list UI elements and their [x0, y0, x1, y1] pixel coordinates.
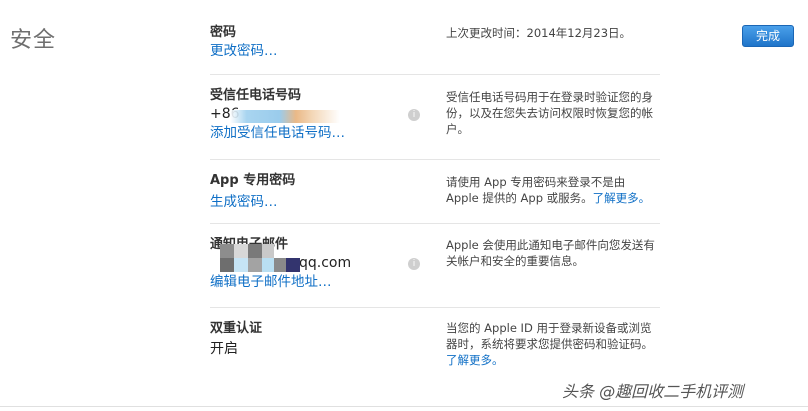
redacted-email-prefix	[220, 244, 300, 274]
edit-email-link[interactable]: 编辑电子邮件地址…	[210, 273, 660, 292]
redacted-phone-digits	[230, 110, 340, 123]
password-description: 上次更改时间：2014年12月23日。	[446, 26, 632, 40]
notification-email-description: Apple 会使用此通知电子邮件向您发送有关帐户和安全的重要信息。	[446, 238, 655, 268]
divider	[210, 74, 660, 75]
divider	[210, 159, 660, 160]
two-factor-description: 当您的 Apple ID 用于登录新设备或浏览器时，系统将要求您提供密码和验证码…	[446, 320, 661, 368]
app-password-description: 请使用 App 专用密码来登录不是由 Apple 提供的 App 或服务。了解更…	[446, 174, 661, 206]
two-factor-text: 当您的 Apple ID 用于登录新设备或浏览器时，系统将要求您提供密码和验证码…	[446, 321, 653, 351]
bottom-divider	[0, 406, 808, 407]
info-icon[interactable]: i	[408, 258, 420, 270]
app-password-learn-more-link[interactable]: 了解更多。	[593, 191, 651, 205]
trusted-phone-description: 受信任电话号码用于在登录时验证您的身份，以及在您失去访问权限时恢复您的帐户。	[446, 90, 653, 136]
info-icon[interactable]: i	[408, 109, 420, 121]
divider	[210, 223, 660, 224]
security-section-title: 安全	[10, 28, 57, 53]
email-domain: qq.com	[299, 255, 352, 271]
done-button[interactable]: 完成	[742, 25, 794, 47]
change-password-link[interactable]: 更改密码…	[210, 42, 660, 61]
two-factor-learn-more-link[interactable]: 了解更多。	[446, 353, 504, 367]
watermark: 头条 @趣回收二手机评测	[562, 382, 744, 401]
divider	[210, 307, 660, 308]
